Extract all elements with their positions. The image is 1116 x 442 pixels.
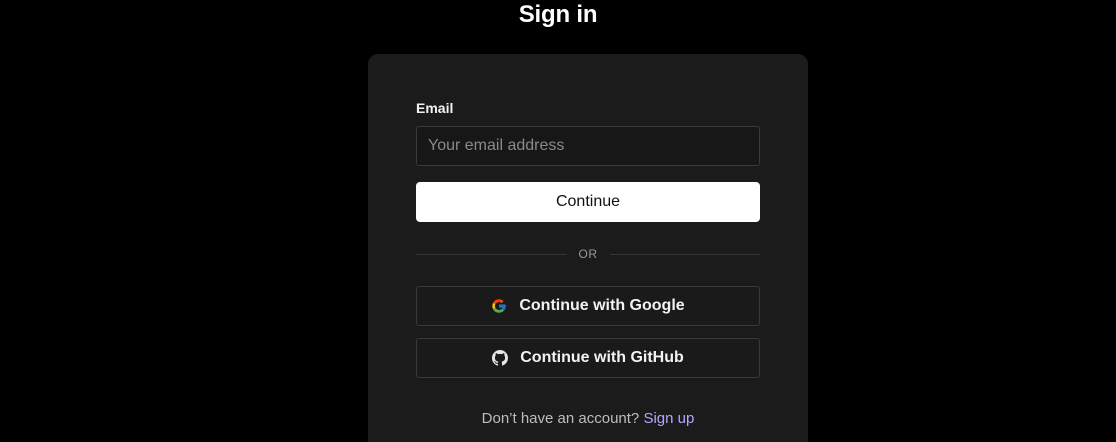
divider-line-right xyxy=(609,253,760,255)
github-button-label: Continue with GitHub xyxy=(520,349,684,366)
email-label: Email xyxy=(416,100,454,116)
github-icon xyxy=(492,350,509,366)
or-divider: OR xyxy=(416,244,760,264)
continue-button[interactable]: Continue xyxy=(416,182,760,222)
divider-line-left xyxy=(416,253,567,255)
sign-up-link[interactable]: Sign up xyxy=(643,410,694,427)
page-title: Sign in xyxy=(518,1,598,28)
continue-with-github-button[interactable]: Continue with GitHub xyxy=(416,338,760,378)
google-icon xyxy=(491,298,507,314)
signup-prompt-text: Don’t have an account? xyxy=(481,410,640,427)
sign-in-card: Email Continue OR Continue with Google xyxy=(368,54,808,442)
google-button-label: Continue with Google xyxy=(519,297,685,314)
signup-prompt: Don’t have an account? Sign up xyxy=(368,410,808,427)
email-input[interactable] xyxy=(416,126,760,166)
continue-with-google-button[interactable]: Continue with Google xyxy=(416,286,760,326)
sign-in-page: Sign in Email Continue OR Continue with … xyxy=(0,0,1116,442)
divider-text: OR xyxy=(578,247,598,261)
